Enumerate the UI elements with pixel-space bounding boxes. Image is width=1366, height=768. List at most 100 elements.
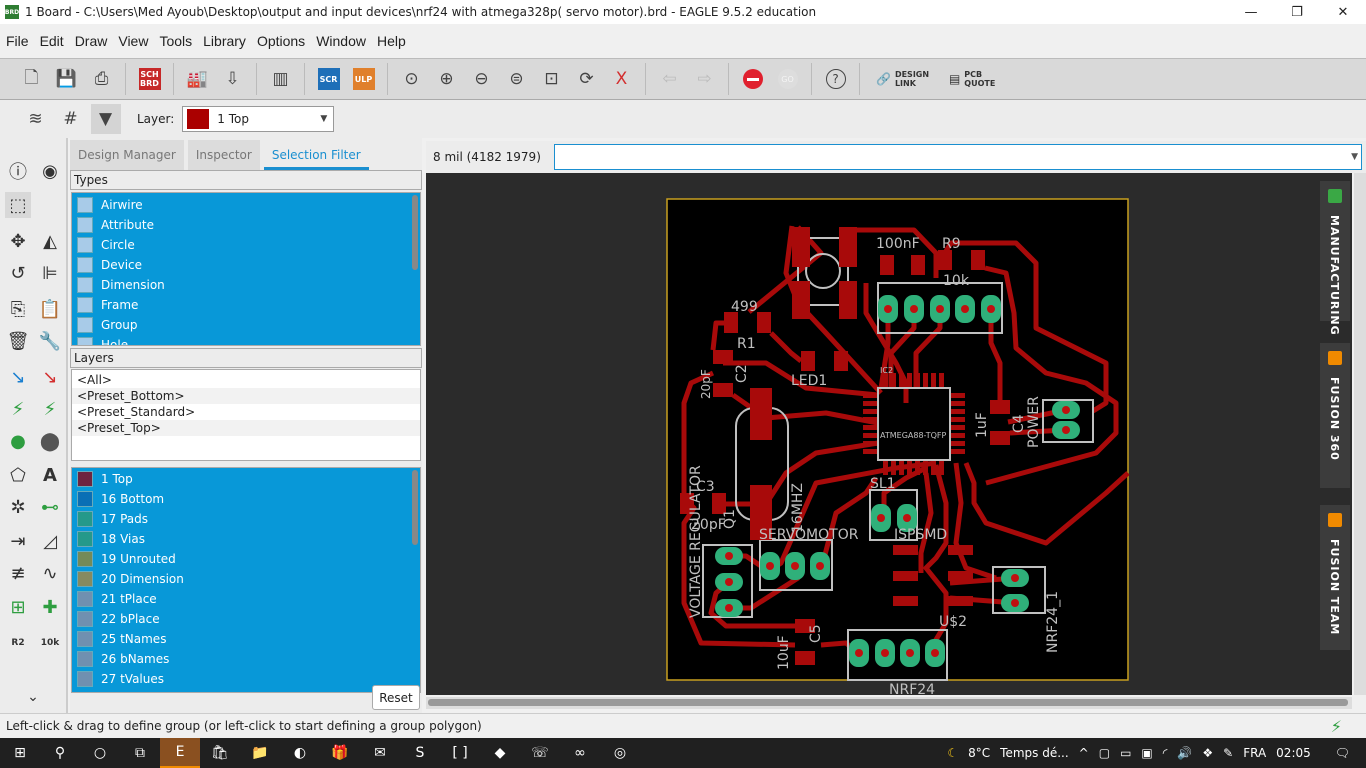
dimension-icon[interactable]: ◿ [37,528,63,554]
layer-item[interactable]: 19 Unrouted [72,549,420,569]
scrollbar[interactable] [412,195,418,270]
hole-icon[interactable]: ⬤ [37,428,63,454]
store-icon[interactable]: 🛍 [200,738,240,768]
paste-icon[interactable]: 📋 [37,296,63,322]
reset-button[interactable]: Reset [372,685,420,710]
ripup-icon[interactable]: ↘ [37,364,63,390]
preset-item[interactable]: <Preset_Bottom> [72,388,420,404]
stop-icon[interactable] [738,64,768,94]
layer-item[interactable]: 21 tPlace [72,589,420,609]
gift-icon[interactable]: 🎁 [320,738,360,768]
vertical-scrollbar[interactable] [1354,173,1366,695]
arduino-icon[interactable]: ∞ [560,738,600,768]
ulp-button[interactable]: ULP [349,64,379,94]
presets-list[interactable]: <All> <Preset_Bottom> <Preset_Standard> <Pr… [71,369,421,461]
type-item[interactable]: Frame [72,295,420,315]
help-button[interactable]: ? [821,64,851,94]
manufacturing-import-icon[interactable]: ⇩ [218,64,248,94]
menu-draw[interactable]: Draw [69,33,113,49]
weather-text[interactable]: Temps dé... [1000,746,1069,760]
clock[interactable]: 02:05 [1276,746,1311,760]
file-explorer-icon[interactable]: 📁 [240,738,280,768]
autoroute-icon[interactable]: ⚡ [37,396,63,422]
minimize-button[interactable]: — [1228,0,1274,24]
undo-icon[interactable]: ⇦ [655,64,685,94]
go-button[interactable]: GO [773,64,803,94]
type-item[interactable]: Hole [72,335,420,345]
via-icon[interactable]: ● [5,428,31,454]
cam-processor-icon[interactable]: 🏭 [183,64,213,94]
value-icon[interactable]: 10k [37,630,63,656]
type-item[interactable]: Attribute [72,215,420,235]
scrollbar[interactable] [412,470,418,545]
notification-icon[interactable]: 🗨 [1335,746,1350,760]
dropbox-icon[interactable]: ❖ [1202,746,1213,760]
app-bracket-icon[interactable]: [ ] [440,738,480,768]
search-icon[interactable]: ⚲ [40,738,80,768]
signal-icon[interactable]: ✲ [5,494,31,520]
rotate-icon[interactable]: ↺ [5,260,31,286]
align-icon[interactable]: ⊫ [37,260,63,286]
zoom-area-icon[interactable]: ⊡ [537,64,567,94]
eagle-taskbar-icon[interactable]: E [160,738,200,768]
meander-icon[interactable]: ≢ [5,560,31,586]
chevron-down-icon[interactable]: ▼ [1351,152,1358,162]
lightning-icon[interactable]: ⚡ [1331,717,1342,736]
redraw-icon[interactable]: ⟳ [572,64,602,94]
layer-item[interactable]: 16 Bottom [72,489,420,509]
board-canvas[interactable]: 100nF R9 10k 499 R1 LED1 IC2 ATMEGA88-TQ… [426,173,1352,695]
library-icon[interactable]: ▥ [266,64,296,94]
attribute-icon[interactable]: ⇥ [5,528,31,554]
redo-icon[interactable]: ⇨ [690,64,720,94]
layer-item[interactable]: 26 bNames [72,649,420,669]
layers-list[interactable]: 1 Top 16 Bottom 17 Pads 18 Vias 19 Unrouted 2… [71,467,421,693]
tab-inspector[interactable]: Inspector [187,140,260,170]
group-select-icon[interactable]: ⬚ [5,192,31,218]
tab-selection-filter[interactable]: Selection Filter [263,140,369,170]
ratsnest-icon[interactable]: Ⅹ [607,64,637,94]
task-view-icon[interactable]: ⧉ [120,738,160,768]
design-link-button[interactable]: 🔗 DESIGN LINK [876,70,929,88]
layer-item[interactable]: 25 tNames [72,629,420,649]
close-button[interactable]: ✕ [1320,0,1366,24]
layer-select[interactable]: 1 Top ▼ [182,106,335,132]
type-item[interactable]: Airwire [72,195,420,215]
battery-icon[interactable]: ▭ [1120,746,1131,760]
split-icon[interactable]: ⚡ [5,396,31,422]
volume-icon[interactable]: 🔊 [1177,746,1192,760]
save-icon[interactable]: 💾 [52,64,82,94]
tab-design-manager[interactable]: Design Manager [70,140,184,170]
zoom-out-icon[interactable]: ⊖ [467,64,497,94]
menu-view[interactable]: View [112,33,153,49]
print-icon[interactable]: ⎙ [87,64,117,94]
show-icon[interactable]: ◉ [37,158,63,184]
preset-item[interactable]: <Preset_Top> [72,420,420,436]
pen-icon[interactable]: ✎ [1223,746,1233,760]
language-indicator[interactable]: FRA [1243,746,1266,760]
preset-item[interactable]: <All> [72,372,420,388]
side-tab-fusion-360[interactable]: FUSION 360 [1320,343,1350,488]
airwire-icon[interactable]: ⊷ [37,494,63,520]
horizontal-scrollbar[interactable] [426,697,1352,709]
menu-library[interactable]: Library [197,33,251,49]
weather-temp[interactable]: 8°C [968,746,990,760]
maximize-button[interactable]: ❐ [1274,0,1320,24]
skype-icon[interactable]: S [400,738,440,768]
type-item[interactable]: Circle [72,235,420,255]
layer-item[interactable]: 27 tValues [72,669,420,689]
pcb-drawing[interactable]: 100nF R9 10k 499 R1 LED1 IC2 ATMEGA88-TQ… [426,173,1352,695]
text-icon[interactable]: A [37,462,63,488]
display-icon[interactable]: ▣ [1141,746,1152,760]
open-file-icon[interactable]: 🗋 [17,64,47,94]
move-icon[interactable]: ✥ [5,228,31,254]
chevron-up-icon[interactable]: ^ [1079,746,1089,760]
menu-options[interactable]: Options [251,33,310,49]
menu-edit[interactable]: Edit [34,33,69,49]
chevron-double-down-icon[interactable]: ⌄ [20,684,46,710]
type-item[interactable]: Group [72,315,420,335]
grid-icon[interactable]: # [56,104,86,134]
menu-window[interactable]: Window [310,33,371,49]
menu-file[interactable]: File [0,33,34,49]
zoom-select-icon[interactable]: ⊜ [502,64,532,94]
command-input[interactable] [554,144,1362,170]
